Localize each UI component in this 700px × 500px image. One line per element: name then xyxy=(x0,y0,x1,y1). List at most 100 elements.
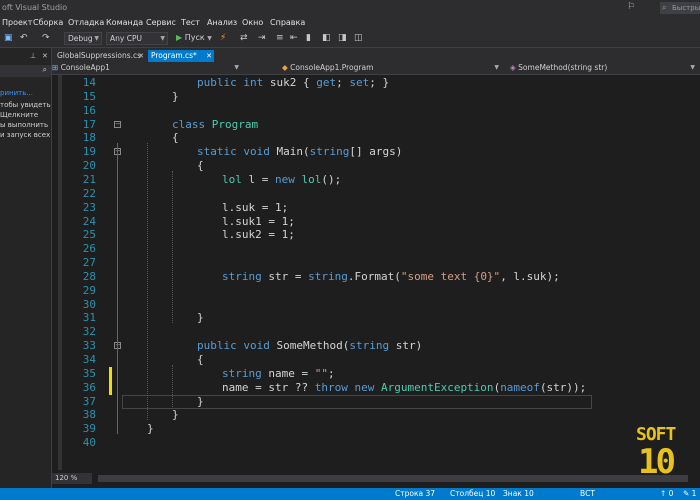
code-line[interactable]: 27 xyxy=(52,256,700,270)
line-number: 15 xyxy=(82,89,96,103)
type-dropdown[interactable]: ◆ ConsoleApp1.Program ▼ xyxy=(282,62,502,74)
line-number: 37 xyxy=(82,394,96,408)
search-icon: ⌕ xyxy=(42,65,47,74)
bookmark-icon[interactable]: ▮ xyxy=(306,33,311,43)
code-line[interactable]: 32 xyxy=(52,325,700,339)
tab-label: GlobalSuppressions.cs xyxy=(57,51,142,60)
close-icon[interactable]: ✕ xyxy=(206,50,212,62)
window-title: oft Visual Studio xyxy=(2,3,68,12)
code-line[interactable]: 16 xyxy=(52,104,700,118)
hint-link[interactable]: ринить... xyxy=(0,88,52,98)
status-row: Строка 37 xyxy=(395,489,436,498)
horizontal-scrollbar[interactable] xyxy=(98,475,688,482)
chevron-down-icon: ▼ xyxy=(690,64,695,71)
title-bar: oft Visual Studio ⚐ ⌕ Быстрый за xyxy=(0,0,700,16)
member-dropdown[interactable]: ◈ SomeMethod(string str) ▼ xyxy=(510,62,698,74)
line-number: 33 xyxy=(82,339,96,353)
step-icon[interactable]: ⇥ xyxy=(258,33,266,43)
code-line[interactable]: 35 string name = ""; xyxy=(52,366,700,381)
tab-program[interactable]: Program.cs* ✕ xyxy=(148,50,214,62)
code-line[interactable]: 34 { xyxy=(52,353,700,367)
editor-footer: 120 % xyxy=(52,472,700,486)
code-line[interactable]: 20 { xyxy=(52,159,700,173)
close-icon[interactable]: ✕ xyxy=(138,50,144,62)
save-all-icon[interactable]: ▣ xyxy=(4,33,13,43)
redo-icon[interactable]: ↷ xyxy=(42,33,50,43)
code-line[interactable]: 21 lol l = new lol(); xyxy=(52,173,700,187)
code-line[interactable]: 18 { xyxy=(52,131,700,145)
code-text: lol l = new lol(); xyxy=(222,172,342,186)
bookmark-prev-icon[interactable]: ◧ xyxy=(322,33,331,43)
code-line[interactable]: 28 string str = string.Format("some text … xyxy=(52,270,700,284)
code-line[interactable]: 29 xyxy=(52,284,700,298)
menu-test[interactable]: Тест xyxy=(181,18,200,27)
menu-bar: Проект Сборка Отладка Команда Сервис Тес… xyxy=(0,16,700,30)
pane-search-input[interactable]: ⌕ xyxy=(0,65,51,77)
zoom-select[interactable]: 120 % xyxy=(52,473,92,484)
line-number: 29 xyxy=(82,283,96,297)
code-line[interactable]: 36 name = str ?? throw new ArgumentExcept… xyxy=(52,380,700,395)
code-line[interactable]: 15} xyxy=(52,90,700,104)
soft10-logo: SOFT 10 xyxy=(636,424,692,484)
code-text: class Program xyxy=(172,117,259,131)
code-editor[interactable]: 14 public int suk2 { get; set; } 15} 16 17− c… xyxy=(52,75,700,470)
undo-icon[interactable]: ↶ xyxy=(20,33,28,43)
code-text: l.suk = 1; xyxy=(222,200,289,214)
code-line[interactable]: 23 l.suk = 1; xyxy=(52,201,700,215)
menu-analyze[interactable]: Анализ xyxy=(207,18,237,27)
play-icon: ▶ xyxy=(176,33,183,42)
pin-icon[interactable]: ⊥ xyxy=(30,52,36,60)
outdent-icon[interactable]: ⇤ xyxy=(290,33,298,43)
line-number: 17 xyxy=(82,117,96,131)
code-line[interactable]: 25 l.suk2 = 1; xyxy=(52,228,700,242)
bell-icon[interactable]: ⚐ xyxy=(627,2,635,12)
hint-line: Щелкните xyxy=(0,111,39,119)
format-icon[interactable]: ≡ xyxy=(276,33,284,43)
menu-tools[interactable]: Сервис xyxy=(146,18,176,27)
collapse-icon[interactable]: − xyxy=(114,120,121,128)
code-line[interactable]: 24 l.suk1 = 1; xyxy=(52,215,700,229)
menu-team[interactable]: Команда xyxy=(106,18,143,27)
outline-guide xyxy=(117,143,118,435)
pane-header: ⊥ ✕ xyxy=(0,52,52,64)
code-line[interactable]: 17 − class Program xyxy=(52,118,700,132)
code-line[interactable]: 33− public void SomeMethod(string str) xyxy=(52,339,700,353)
menu-build[interactable]: Сборка xyxy=(33,18,63,27)
project-dropdown[interactable]: ⊞ ConsoleApp1 ▼ xyxy=(52,62,242,74)
bookmark-next-icon[interactable]: ◨ xyxy=(338,33,347,43)
menu-help[interactable]: Справка xyxy=(270,18,305,27)
configuration-select[interactable]: Debug ▼ xyxy=(64,32,102,45)
code-line[interactable]: 30 xyxy=(52,298,700,312)
line-number: 19 xyxy=(82,145,96,159)
status-pen[interactable]: ✎ 1 xyxy=(683,489,696,498)
quick-launch-input[interactable]: ⌕ Быстрый за xyxy=(660,2,700,14)
code-line[interactable]: 19− static void Main(string[] args) xyxy=(52,145,700,159)
code-line[interactable]: 14 public int suk2 { get; set; } xyxy=(52,76,700,90)
chevron-down-icon: ▼ xyxy=(207,35,212,42)
status-changes[interactable]: ↑ 0 xyxy=(660,489,673,498)
code-line[interactable]: 31} xyxy=(52,311,700,325)
line-number: 30 xyxy=(82,297,96,311)
tab-global-suppressions[interactable]: GlobalSuppressions.cs ✕ xyxy=(54,50,146,62)
menu-debug[interactable]: Отладка xyxy=(68,18,104,27)
line-number: 25 xyxy=(82,228,96,242)
code-line[interactable]: 26 xyxy=(52,242,700,256)
code-line[interactable]: 39} xyxy=(52,422,700,436)
code-text: { xyxy=(197,353,204,366)
attach-icon[interactable]: ⚡ xyxy=(220,33,226,43)
code-text: } xyxy=(197,311,204,325)
nav-icon[interactable]: ⇄ xyxy=(240,33,248,43)
code-line[interactable]: 22 xyxy=(52,187,700,201)
start-button[interactable]: ▶ Пуск ▼ xyxy=(176,32,212,45)
document-tabs: GlobalSuppressions.cs ✕ Program.cs* ✕ xyxy=(52,48,700,62)
code-line[interactable]: 40 xyxy=(52,436,700,450)
menu-window[interactable]: Окно xyxy=(242,18,263,27)
menu-project[interactable]: Проект xyxy=(2,18,32,27)
bookmark-clear-icon[interactable]: ◫ xyxy=(354,33,363,43)
code-text: string name = ""; xyxy=(222,366,335,380)
platform-select[interactable]: Any CPU ▼ xyxy=(106,32,168,45)
close-icon[interactable]: ✕ xyxy=(42,52,48,60)
code-line[interactable]: 38} xyxy=(52,408,700,422)
type-label: ConsoleApp1.Program xyxy=(290,63,374,72)
code-text: } xyxy=(172,89,179,103)
